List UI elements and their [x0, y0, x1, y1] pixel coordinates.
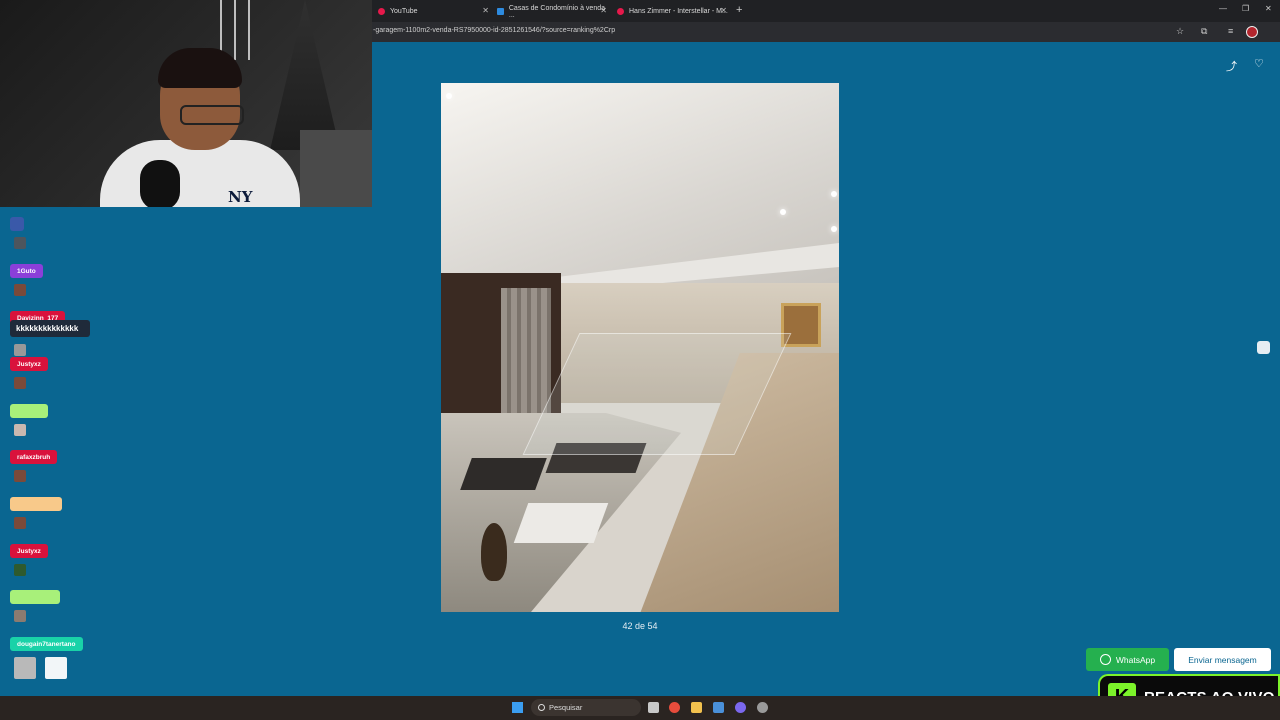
- chat-user-badge: [10, 404, 48, 418]
- shirt-logo: NY: [228, 188, 253, 206]
- photo-counter: 42 de 54: [622, 621, 658, 631]
- close-window-button[interactable]: ✕: [1265, 4, 1272, 13]
- chat-avatar: [14, 284, 26, 296]
- taskbar-search[interactable]: Pesquisar: [531, 699, 641, 716]
- restore-button[interactable]: ❐: [1242, 4, 1249, 13]
- profile-avatar[interactable]: [1246, 26, 1258, 38]
- app-icon[interactable]: [713, 702, 724, 713]
- extensions-icon[interactable]: ⧉: [1201, 26, 1207, 37]
- chat-avatar: [14, 610, 26, 622]
- photo-sofa: [513, 503, 609, 543]
- chat-avatar: [14, 564, 26, 576]
- whatsapp-button[interactable]: WhatsApp: [1086, 648, 1169, 671]
- whatsapp-label: WhatsApp: [1115, 654, 1156, 665]
- minimize-button[interactable]: —: [1219, 4, 1227, 13]
- tab-interstellar[interactable]: Hans Zimmer - Interstellar - M... ✕: [617, 3, 731, 20]
- photo-vase: [481, 523, 507, 581]
- search-placeholder: Pesquisar: [549, 703, 583, 712]
- file-explorer-icon[interactable]: [691, 702, 702, 713]
- media-icon[interactable]: ≡: [1228, 26, 1233, 36]
- photo-light: [446, 93, 452, 99]
- photo-light: [780, 209, 786, 215]
- star-icon[interactable]: ☆: [1176, 26, 1184, 37]
- new-tab-button[interactable]: +: [736, 4, 742, 16]
- chat-avatar: [14, 470, 26, 482]
- chat-avatar: [14, 377, 26, 389]
- tab-youtube[interactable]: YouTube ✕: [378, 3, 493, 20]
- chat-avatar: [14, 657, 36, 679]
- chat-user-badge: Justyxz: [10, 357, 48, 371]
- url-text[interactable]: -garagem-1100m2-venda-RS7950000-id-28512…: [373, 27, 615, 34]
- discord-icon[interactable]: [735, 702, 746, 713]
- chat-user-badge: rafaxzbruh: [10, 450, 58, 464]
- chat-message: kkkkkkkkkkkkkk: [10, 320, 90, 337]
- glasses: [180, 105, 244, 125]
- chat-user-badge: Justyxz: [10, 544, 48, 558]
- whatsapp-icon: [1099, 654, 1111, 665]
- stream-chat: 1Guto Davizinn_177 kkkkkkkkkkkkkk Justyx…: [0, 210, 120, 690]
- desk: [300, 130, 372, 207]
- chat-avatar: [14, 237, 26, 249]
- chat-avatar: [14, 424, 26, 436]
- search-icon: [538, 704, 545, 711]
- photo-light: [831, 226, 837, 232]
- youtube-icon: [617, 8, 624, 15]
- chrome-icon[interactable]: [669, 702, 680, 713]
- send-message-button[interactable]: Enviar mensagem: [1174, 648, 1271, 671]
- chat-user-badge: [10, 590, 60, 604]
- christmas-tree: [270, 0, 340, 150]
- task-view-icon[interactable]: [648, 702, 659, 713]
- youtube-icon: [378, 8, 385, 15]
- tab-label: Casas de Condomínio à venda ...: [508, 4, 605, 19]
- christmas-lights: [220, 0, 260, 60]
- chat-avatar: [14, 344, 26, 356]
- tab-label: YouTube: [390, 8, 418, 15]
- chat-user-badge: 1Guto: [10, 264, 43, 278]
- tab-label: Hans Zimmer - Interstellar - M...: [629, 8, 728, 15]
- windows-start-icon[interactable]: [512, 702, 523, 713]
- chat-user-badge: [10, 497, 62, 511]
- webcam-overlay: NY: [0, 0, 372, 207]
- streamer-shirt: [100, 140, 300, 207]
- close-icon[interactable]: ✕: [720, 6, 727, 15]
- photo-light: [831, 191, 837, 197]
- next-photo-button[interactable]: [1257, 341, 1270, 354]
- close-icon[interactable]: ✕: [600, 6, 607, 15]
- share-icon[interactable]: ⤴: [1226, 58, 1237, 74]
- site-icon: [497, 8, 504, 15]
- chat-avatar: [45, 657, 67, 679]
- microphone: [140, 160, 180, 207]
- obs-icon[interactable]: [757, 702, 768, 713]
- gallery-photo[interactable]: [441, 83, 839, 612]
- close-icon[interactable]: ✕: [482, 6, 489, 15]
- chat-avatar: [14, 517, 26, 529]
- chat-user-badge: dougain7tanertano: [10, 637, 83, 651]
- chat-user-badge: [10, 217, 24, 231]
- heart-icon[interactable]: ♡: [1254, 57, 1264, 70]
- tab-casas[interactable]: Casas de Condomínio à venda ... ✕: [497, 3, 611, 20]
- photo-sofa: [460, 458, 547, 490]
- streamer-hair: [158, 48, 242, 88]
